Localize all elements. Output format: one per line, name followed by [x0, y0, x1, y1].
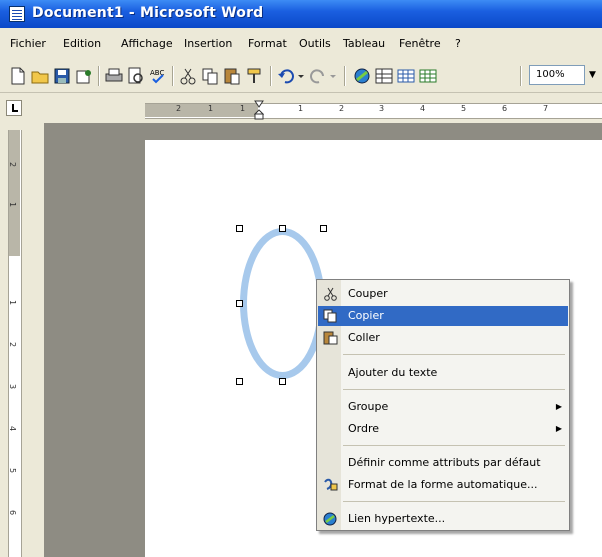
menu-tableau[interactable]: Tableau [343, 37, 385, 50]
menu-insertion[interactable]: Insertion [184, 37, 232, 50]
menu-item-ajouter-texte[interactable]: Ajouter du texte [318, 363, 568, 383]
copy-icon[interactable] [200, 66, 220, 86]
ruler-number: 2 [8, 161, 18, 168]
ruler-number: 2 [8, 341, 18, 348]
hyperlink-icon [323, 512, 337, 526]
menu-affichage[interactable]: Affichage [121, 37, 173, 50]
indent-marker-icon[interactable] [254, 100, 264, 120]
menu-separator [343, 389, 565, 390]
menu-help[interactable]: ? [455, 37, 461, 50]
ruler-number: 3 [379, 104, 385, 113]
ruler-number: 4 [420, 104, 426, 113]
toolbar-separator [270, 66, 272, 86]
resize-handle[interactable] [236, 300, 243, 307]
ruler-number: 1 [240, 104, 246, 113]
resize-handle[interactable] [320, 225, 327, 232]
standard-toolbar: ABC 100% ▼ [0, 60, 602, 93]
new-document-icon[interactable] [8, 66, 28, 86]
menu-item-definir-attributs[interactable]: Définir comme attributs par défaut [318, 453, 568, 473]
menu-fenetre[interactable]: Fenêtre [399, 37, 441, 50]
menu-fichier[interactable]: Fichier [10, 37, 46, 50]
zoom-dropdown-arrow[interactable]: ▼ [589, 65, 602, 85]
cut-icon[interactable] [178, 66, 198, 86]
paste-icon[interactable] [222, 66, 242, 86]
menu-item-label: Définir comme attributs par défaut [348, 456, 541, 469]
toolbar-separator [98, 66, 100, 86]
ruler-number: 2 [176, 104, 182, 113]
menu-item-label: Groupe [348, 400, 389, 413]
ruler-number: 5 [461, 104, 467, 113]
print-preview-icon[interactable] [126, 66, 146, 86]
menu-item-copier[interactable]: Copier [318, 306, 568, 326]
insert-table-icon[interactable] [396, 66, 416, 86]
submenu-arrow-icon: ▶ [555, 424, 562, 433]
menu-item-label: Coller [348, 331, 380, 344]
ruler-number: 2 [339, 104, 345, 113]
menu-format[interactable]: Format [248, 37, 287, 50]
ruler-number: 5 [8, 467, 18, 474]
menu-item-ordre[interactable]: Ordre ▶ [318, 419, 568, 439]
ruler-number: 1 [8, 201, 18, 208]
copy-icon [323, 309, 337, 323]
menu-separator [343, 501, 565, 502]
menu-item-label: Ordre [348, 422, 380, 435]
menu-item-label: Ajouter du texte [348, 366, 438, 379]
resize-handle[interactable] [279, 378, 286, 385]
spelling-icon[interactable]: ABC [148, 66, 168, 86]
toolbar-separator [344, 66, 346, 86]
word-app-icon[interactable] [9, 6, 25, 22]
paste-icon [323, 331, 338, 345]
menu-item-groupe[interactable]: Groupe ▶ [318, 397, 568, 417]
menu-item-lien-hypertexte[interactable]: Lien hypertexte... [318, 509, 568, 529]
resize-handle[interactable] [236, 378, 243, 385]
save-icon[interactable] [52, 66, 72, 86]
menu-item-format-forme[interactable]: Format de la forme automatique... [318, 475, 568, 495]
submenu-arrow-icon: ▶ [555, 402, 562, 411]
window-title: Document1 - Microsoft Word [32, 5, 264, 21]
menu-item-label: Couper [348, 287, 388, 300]
format-shape-icon [324, 478, 338, 491]
zoom-box[interactable]: 100% [529, 65, 585, 85]
ruler-number: 7 [543, 104, 549, 113]
tab-stop-selector[interactable] [6, 100, 22, 116]
permission-icon[interactable] [74, 66, 94, 86]
vertical-ruler-area [0, 123, 44, 557]
print-icon[interactable] [104, 66, 124, 86]
menu-item-label: Lien hypertexte... [348, 512, 446, 525]
ruler-number: 6 [8, 509, 18, 516]
menu-separator [343, 354, 565, 355]
menu-separator [343, 445, 565, 446]
tables-borders-icon[interactable] [374, 66, 394, 86]
ruler-number: 6 [502, 104, 508, 113]
menu-item-label: Copier [348, 309, 384, 322]
menu-bar: Fichier Edition Affichage Insertion Form… [0, 28, 602, 61]
undo-icon[interactable] [276, 66, 306, 86]
menu-item-label: Format de la forme automatique... [348, 478, 538, 491]
resize-handle[interactable] [279, 225, 286, 232]
menu-outils[interactable]: Outils [299, 37, 331, 50]
redo-icon[interactable] [308, 66, 338, 86]
ruler-number: 1 [298, 104, 304, 113]
scissors-icon [324, 287, 337, 301]
menu-item-couper[interactable]: Couper [318, 284, 568, 304]
title-bar: Document1 - Microsoft Word [0, 0, 602, 28]
insert-excel-icon[interactable] [418, 66, 438, 86]
ruler-number: 1 [208, 104, 214, 113]
open-icon[interactable] [30, 66, 50, 86]
ruler-number: 1 [8, 299, 18, 306]
ruler-number: 3 [8, 383, 18, 390]
hyperlink-icon[interactable] [352, 66, 372, 86]
toolbar-separator [172, 66, 174, 86]
menu-item-coller[interactable]: Coller [318, 328, 568, 348]
format-painter-icon[interactable] [244, 66, 264, 86]
toolbar-separator [520, 66, 522, 86]
vertical-ruler-top-margin [9, 130, 20, 256]
resize-handle[interactable] [236, 225, 243, 232]
ruler-number: 4 [8, 425, 18, 432]
menu-edition[interactable]: Edition [63, 37, 101, 50]
